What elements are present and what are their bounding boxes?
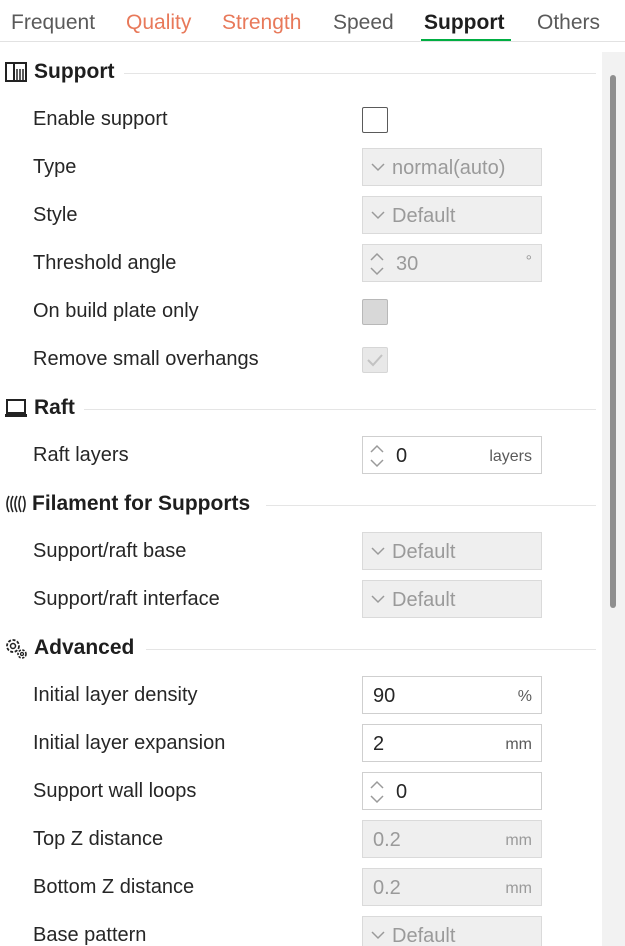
type-dropdown[interactable]: normal(auto) (362, 148, 542, 186)
initial-layer-density-unit: % (517, 688, 532, 705)
chevron-down-icon (371, 547, 385, 556)
base-pattern-label: Base pattern (33, 924, 147, 946)
base-pattern-value: Default (392, 925, 456, 946)
row-initial-layer-density: Initial layer density 90 % (0, 672, 596, 720)
support-wall-loops-spinner[interactable]: 0 (362, 772, 542, 810)
row-bottom-z-distance: Bottom Z distance 0.2 mm (0, 864, 596, 912)
style-label: Style (33, 204, 78, 226)
raft-icon (5, 399, 27, 417)
initial-layer-density-value: 90 (373, 685, 396, 707)
style-dropdown[interactable]: Default (362, 196, 542, 234)
row-remove-small-overhangs: Remove small overhangs (0, 336, 596, 384)
tab-speed[interactable]: Speed (333, 11, 394, 35)
raft-layers-spinner[interactable]: 0 layers (362, 436, 542, 474)
spin-arrows-icon[interactable] (367, 441, 387, 471)
top-z-distance-input[interactable]: 0.2 mm (362, 820, 542, 858)
row-support-raft-interface: Support/raft interface Default (0, 576, 596, 624)
active-tab-indicator (421, 39, 511, 41)
row-support-raft-base: Support/raft base Default (0, 528, 596, 576)
tab-strength[interactable]: Strength (222, 11, 301, 35)
enable-support-checkbox[interactable] (362, 107, 388, 133)
section-divider (266, 505, 596, 506)
enable-support-label: Enable support (33, 108, 168, 130)
section-support-header: Support (0, 54, 596, 90)
on-build-plate-only-checkbox[interactable] (362, 299, 388, 325)
bottom-z-distance-label: Bottom Z distance (33, 876, 195, 898)
type-value: normal(auto) (392, 157, 506, 179)
bottom-z-distance-input[interactable]: 0.2 mm (362, 868, 542, 906)
spin-arrows-icon[interactable] (367, 249, 387, 279)
row-initial-layer-expansion: Initial layer expansion 2 mm (0, 720, 596, 768)
filament-icon (6, 495, 26, 513)
section-title: Raft (34, 396, 75, 419)
row-style: Style Default (0, 192, 596, 240)
initial-layer-density-input[interactable]: 90 % (362, 676, 542, 714)
section-divider (124, 73, 596, 74)
initial-layer-density-label: Initial layer density (33, 684, 198, 706)
row-base-pattern: Base pattern Default (0, 912, 596, 946)
raft-layers-unit: layers (489, 448, 532, 465)
row-top-z-distance: Top Z distance 0.2 mm (0, 816, 596, 864)
threshold-angle-label: Threshold angle (33, 252, 177, 274)
support-raft-base-value: Default (392, 541, 456, 563)
remove-small-overhangs-label: Remove small overhangs (33, 348, 259, 370)
support-icon (5, 62, 27, 82)
threshold-angle-unit: ° (525, 253, 532, 270)
chevron-down-icon (371, 595, 385, 604)
tab-quality[interactable]: Quality (126, 11, 191, 35)
raft-layers-value: 0 (396, 445, 408, 467)
section-title: Advanced (34, 636, 135, 659)
base-pattern-dropdown[interactable]: Default (362, 916, 542, 946)
initial-layer-expansion-label: Initial layer expansion (33, 732, 226, 754)
threshold-angle-value: 30 (396, 253, 419, 275)
section-raft-header: Raft (0, 390, 596, 426)
gear-icon (6, 639, 27, 659)
section-advanced-header: Advanced (0, 630, 596, 666)
row-on-build-plate-only: On build plate only (0, 288, 596, 336)
row-raft-layers: Raft layers 0 layers (0, 432, 596, 480)
row-support-wall-loops: Support wall loops 0 (0, 768, 596, 816)
section-title: Filament for Supports (32, 492, 251, 515)
support-raft-base-dropdown[interactable]: Default (362, 532, 542, 570)
row-threshold-angle: Threshold angle 30 ° (0, 240, 596, 288)
tab-bar: Frequent Quality Strength Speed Support … (0, 0, 625, 42)
support-raft-interface-value: Default (392, 589, 456, 611)
initial-layer-expansion-input[interactable]: 2 mm (362, 724, 542, 762)
bottom-z-distance-unit: mm (505, 880, 532, 897)
section-title: Support (34, 60, 115, 83)
section-divider (84, 409, 596, 410)
initial-layer-expansion-unit: mm (505, 736, 532, 753)
on-build-plate-only-label: On build plate only (33, 300, 199, 322)
bottom-z-distance-value: 0.2 (373, 877, 401, 899)
row-type: Type normal(auto) (0, 144, 596, 192)
support-raft-base-label: Support/raft base (33, 540, 187, 562)
initial-layer-expansion-value: 2 (373, 733, 385, 755)
chevron-down-icon (371, 211, 385, 220)
chevron-down-icon (371, 163, 385, 172)
raft-layers-label: Raft layers (33, 444, 129, 466)
checkmark-icon (367, 354, 383, 367)
spin-arrows-icon[interactable] (367, 777, 387, 807)
support-raft-interface-dropdown[interactable]: Default (362, 580, 542, 618)
tab-frequent[interactable]: Frequent (11, 11, 95, 35)
type-label: Type (33, 156, 77, 178)
support-raft-interface-label: Support/raft interface (33, 588, 220, 610)
top-z-distance-unit: mm (505, 832, 532, 849)
scrollbar-thumb[interactable] (610, 75, 616, 608)
row-enable-support: Enable support (0, 96, 596, 144)
top-z-distance-label: Top Z distance (33, 828, 164, 850)
tab-others[interactable]: Others (537, 11, 600, 35)
section-divider (146, 649, 596, 650)
style-value: Default (392, 205, 456, 227)
chevron-down-icon (371, 931, 385, 940)
support-wall-loops-label: Support wall loops (33, 780, 197, 802)
section-filament-header: Filament for Supports (0, 486, 596, 522)
top-z-distance-value: 0.2 (373, 829, 401, 851)
tab-support[interactable]: Support (424, 11, 504, 35)
threshold-angle-spinner[interactable]: 30 ° (362, 244, 542, 282)
support-wall-loops-value: 0 (396, 781, 408, 803)
remove-small-overhangs-checkbox[interactable] (362, 347, 388, 373)
